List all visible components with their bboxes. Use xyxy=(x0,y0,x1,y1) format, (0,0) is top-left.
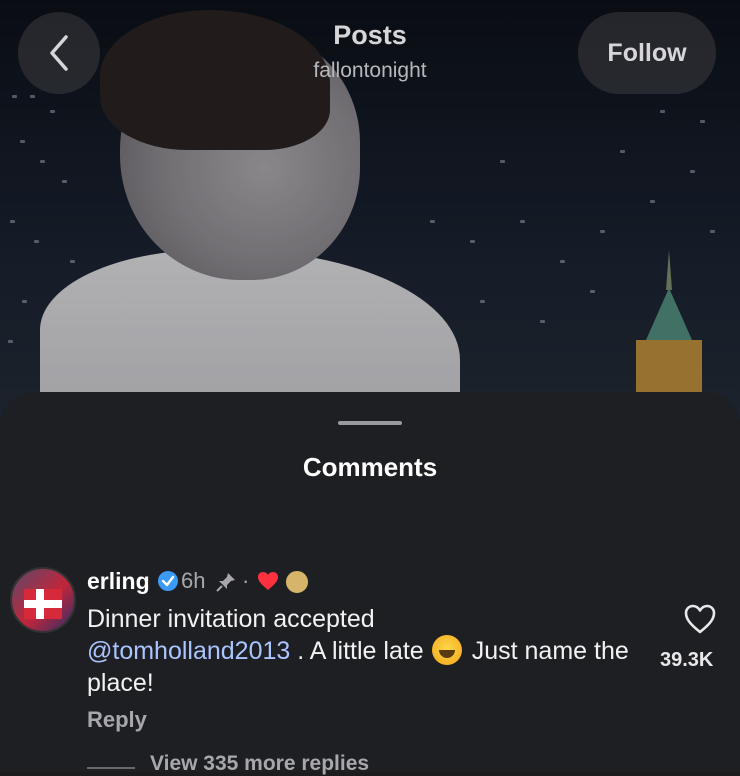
like-count: 39.3K xyxy=(660,649,714,671)
separator-dot: · xyxy=(242,568,250,593)
pin-icon xyxy=(216,573,235,592)
mention-link[interactable]: @tomholland2013 xyxy=(87,637,290,665)
heart-icon[interactable] xyxy=(683,603,717,635)
sheet-grabber[interactable] xyxy=(338,421,402,425)
creator-liked-heart-icon xyxy=(258,572,278,590)
reply-button[interactable]: Reply xyxy=(87,707,147,733)
view-more-replies-button[interactable]: View 335 more replies xyxy=(150,752,369,776)
comment-text: Dinner invitation accepted @tomholland20… xyxy=(87,605,629,697)
avatar[interactable] xyxy=(10,567,76,633)
creator-avatar-icon xyxy=(285,570,309,594)
grinning-sweat-emoji-icon xyxy=(431,635,462,665)
comment-username[interactable]: erling xyxy=(87,568,150,595)
flag-icon xyxy=(24,589,62,619)
comments-title: Comments xyxy=(302,452,438,482)
replies-divider xyxy=(87,767,135,769)
follow-button[interactable]: Follow xyxy=(578,12,716,94)
verified-badge-icon xyxy=(158,571,178,591)
comment-time: 6h xyxy=(181,568,206,593)
